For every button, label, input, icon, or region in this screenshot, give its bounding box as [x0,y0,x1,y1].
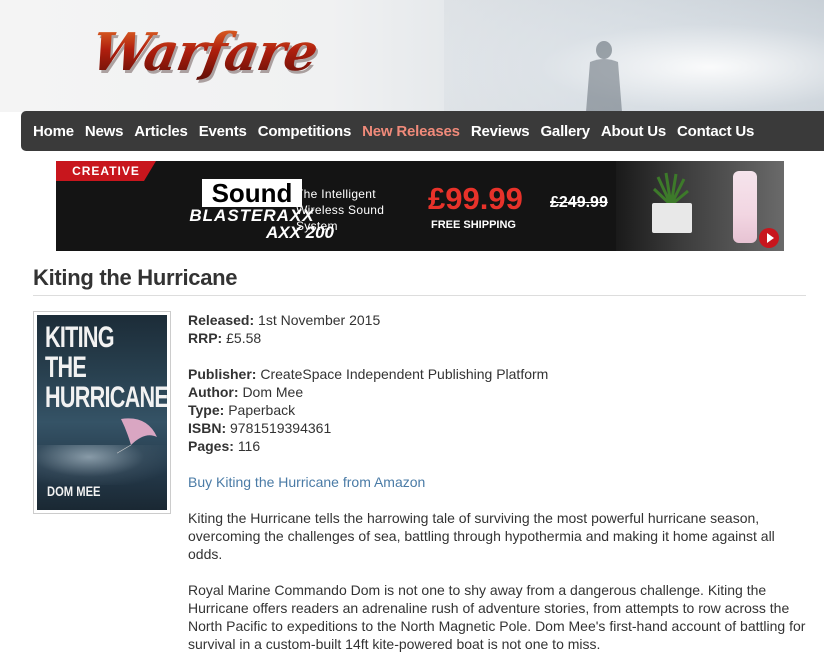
ad-shipping: FREE SHIPPING [431,219,516,231]
publisher-label: Publisher: [188,366,257,382]
type-row: Type: Paperback [188,401,808,419]
site-header: Warfare Warfare [0,0,824,112]
author-label: Author: [188,384,239,400]
cover-author: DOM MEE [47,483,101,499]
nav-about-us[interactable]: About Us [601,123,666,140]
nav-competitions[interactable]: Competitions [258,123,352,140]
description-paragraph-1: Kiting the Hurricane tells the harrowing… [188,510,775,562]
ad-brand-tag: CREATIVE [56,161,156,181]
ad-banner[interactable]: CREATIVE Sound BLASTERAXX AXX 200 The In… [56,161,784,251]
book-details: Released: 1st November 2015 RRP: £5.58 P… [188,311,808,653]
cover-title-line2: THE [45,351,87,384]
nav-home[interactable]: Home [33,123,74,140]
buy-amazon-link[interactable]: Buy Kiting the Hurricane from Amazon [188,474,425,490]
cover-title-line1: KITING [45,321,115,354]
released-value: 1st November 2015 [258,312,381,328]
nav-events[interactable]: Events [199,123,247,140]
ad-product-line1: Sound [201,179,303,207]
play-icon[interactable] [759,228,779,248]
nav-articles[interactable]: Articles [134,123,188,140]
ad-price: £99.99 [428,181,523,216]
rrp-value: £5.58 [226,330,262,346]
nav-news[interactable]: News [85,123,124,140]
plant-pot [652,203,692,233]
header-background-image [444,0,824,112]
publisher-row: Publisher: CreateSpace Independent Publi… [188,365,808,383]
main-nav: Home News Articles Events Competitions N… [21,111,824,151]
author-value: Dom Mee [242,384,304,400]
ad-old-price: £249.99 [550,194,608,211]
isbn-row: ISBN: 9781519394361 [188,419,808,437]
ad-tagline: The Intelligent Wireless Sound System [296,187,385,233]
pages-label: Pages: [188,438,234,454]
cover-title-line3: HURRICANE [45,381,167,414]
type-label: Type: [188,402,225,418]
speaker-image [733,171,757,243]
cover-title: KITING THE HURRICANE [45,323,167,413]
rrp-label: RRP: [188,330,223,346]
type-value: Paperback [228,402,296,418]
pages-row: Pages: 116 [188,437,808,455]
pages-value: 116 [237,438,261,454]
rrp-row: RRP: £5.58 [188,329,808,347]
buy-row: Buy Kiting the Hurricane from Amazon [188,473,808,491]
description-paragraph-2: Royal Marine Commando Dom is not one to … [188,582,806,652]
isbn-label: ISBN: [188,420,227,436]
author-row: Author: Dom Mee [188,383,808,401]
book-cover-image[interactable]: KITING THE HURRICANE DOM MEE [37,315,167,510]
publisher-value: CreateSpace Independent Publishing Platf… [260,366,549,382]
kite-icon [117,418,157,454]
soldier-silhouette-image [586,41,622,112]
released-label: Released: [188,312,255,328]
isbn-value: 9781519394361 [230,420,332,436]
site-logo[interactable]: Warfare [87,22,322,83]
nav-new-releases[interactable]: New Releases [362,123,460,140]
released-row: Released: 1st November 2015 [188,311,808,329]
title-divider [33,295,806,296]
page-title: Kiting the Hurricane [33,265,238,290]
nav-reviews[interactable]: Reviews [471,123,530,140]
nav-contact-us[interactable]: Contact Us [677,123,754,140]
plant-icon [652,172,689,205]
nav-gallery[interactable]: Gallery [540,123,590,140]
